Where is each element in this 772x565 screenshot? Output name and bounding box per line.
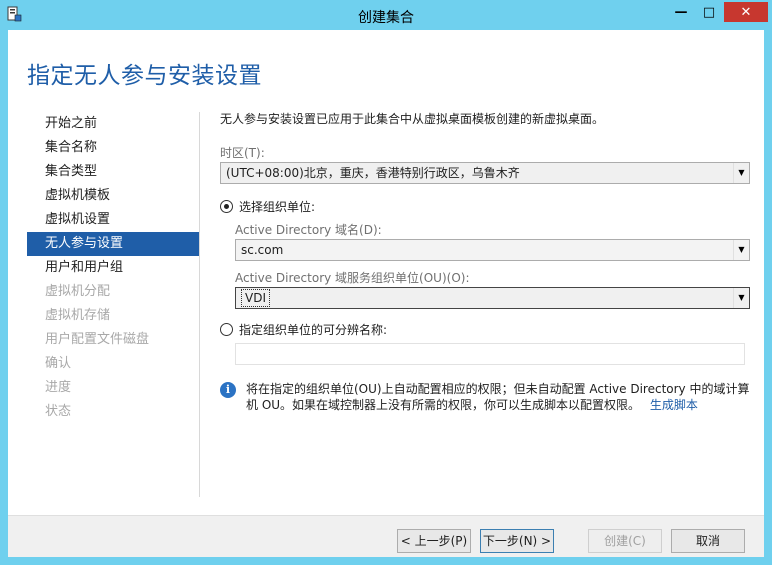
ou-value: VDI — [241, 289, 270, 307]
window-title: 创建集合 — [358, 10, 414, 26]
step-vm-template[interactable]: 虚拟机模板 — [27, 184, 199, 208]
step-vm-allocation: 虚拟机分配 — [45, 284, 111, 299]
step-collection-type[interactable]: 集合类型 — [27, 160, 199, 184]
cancel-button[interactable]: 取消 — [671, 529, 745, 553]
domain-label: Active Directory 域名(D): — [235, 223, 382, 237]
create-button: 创建(C) — [588, 529, 662, 553]
wizard-body: 指定无人参与安装设置 开始之前 集合名称 集合类型 虚拟机模板 虚拟机设置 无人… — [8, 30, 764, 557]
distinguished-name-input[interactable] — [235, 343, 745, 365]
chevron-down-icon[interactable]: ▼ — [733, 288, 749, 308]
step-unattended-settings[interactable]: 无人参与设置 — [27, 232, 199, 256]
step-status: 状态 — [45, 404, 72, 419]
step-confirmation: 确认 — [45, 356, 72, 371]
ou-dropdown[interactable]: VDI ▼ — [235, 287, 750, 309]
divider — [199, 112, 200, 497]
chevron-down-icon[interactable]: ▼ — [733, 240, 749, 260]
step-vm-storage: 虚拟机存储 — [45, 308, 111, 323]
step-vm-settings[interactable]: 虚拟机设置 — [27, 208, 199, 232]
info-message: i 将在指定的组织单位(OU)上自动配置相应的权限；但未自动配置 Active … — [220, 381, 750, 413]
settings-panel: 无人参与安装设置已应用于此集合中从虚拟桌面模板创建的新虚拟桌面。 时区(T): … — [220, 110, 750, 413]
intro-text: 无人参与安装设置已应用于此集合中从虚拟桌面模板创建的新虚拟桌面。 — [220, 112, 605, 126]
step-users-groups[interactable]: 用户和用户组 — [27, 256, 199, 280]
domain-value: sc.com — [241, 243, 284, 257]
step-user-profile-disks: 用户配置文件磁盘 — [45, 332, 150, 347]
timezone-dropdown[interactable]: (UTC+08:00)北京，重庆，香港特别行政区，乌鲁木齐 ▼ — [220, 162, 750, 184]
step-collection-name[interactable]: 集合名称 — [27, 136, 199, 160]
maximize-button[interactable]: □ — [696, 2, 722, 22]
info-icon: i — [220, 382, 236, 398]
timezone-value: (UTC+08:00)北京，重庆，香港特别行政区，乌鲁木齐 — [226, 166, 520, 180]
generate-script-link[interactable]: 生成脚本 — [650, 398, 698, 412]
wizard-footer: < 上一步(P) 下一步(N) > 创建(C) 取消 — [8, 515, 764, 557]
previous-button[interactable]: < 上一步(P) — [397, 529, 471, 553]
radio-button-unchecked[interactable] — [220, 322, 233, 336]
next-button[interactable]: 下一步(N) > — [480, 529, 554, 553]
step-progress: 进度 — [45, 380, 72, 395]
step-before-you-begin[interactable]: 开始之前 — [27, 112, 199, 136]
radio-button-checked[interactable] — [220, 199, 233, 213]
close-button[interactable]: ✕ — [724, 2, 768, 22]
radio-select-ou[interactable]: 选择组织单位: — [220, 197, 750, 215]
minimize-button[interactable]: — — [668, 2, 694, 22]
title-bar: 创建集合 — □ ✕ — [0, 0, 772, 30]
radio-distinguished-name-label: 指定组织单位的可分辨名称: — [239, 322, 388, 337]
domain-dropdown[interactable]: sc.com ▼ — [235, 239, 750, 261]
timezone-label: 时区(T): — [220, 146, 265, 160]
chevron-down-icon[interactable]: ▼ — [733, 163, 749, 183]
ou-label: Active Directory 域服务组织单位(OU)(O): — [235, 271, 470, 285]
page-title: 指定无人参与安装设置 — [27, 63, 262, 89]
wizard-steps: 开始之前 集合名称 集合类型 虚拟机模板 虚拟机设置 无人参与设置 用户和用户组… — [27, 112, 199, 424]
radio-select-ou-label: 选择组织单位: — [239, 199, 316, 214]
radio-distinguished-name[interactable]: 指定组织单位的可分辨名称: — [220, 320, 750, 338]
